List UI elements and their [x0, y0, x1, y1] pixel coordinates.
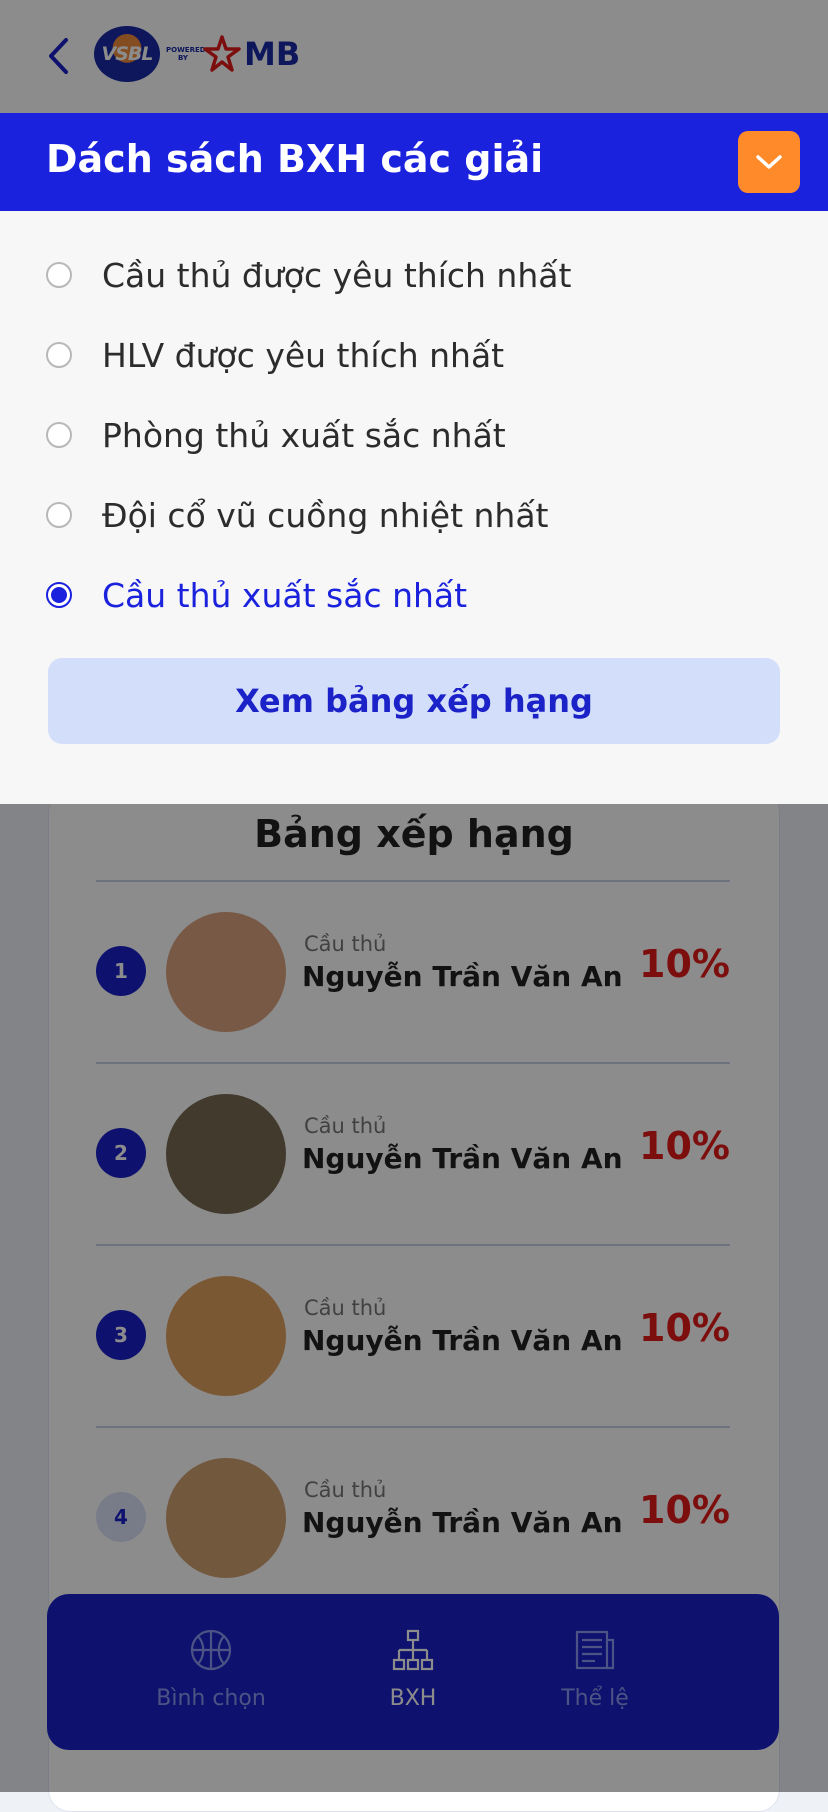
option-label: Cầu thủ được yêu thích nhất	[102, 255, 572, 295]
option-cau-thu-xuat-sac[interactable]: Cầu thủ xuất sắc nhất	[46, 565, 786, 625]
radio-button-selected[interactable]	[46, 582, 72, 608]
option-cau-thu-yeu-thich[interactable]: Cầu thủ được yêu thích nhất	[46, 245, 786, 305]
radio-button[interactable]	[46, 342, 72, 368]
radio-button[interactable]	[46, 262, 72, 288]
sheet-header: Dách sách BXH các giải	[0, 113, 828, 211]
collapse-button[interactable]	[738, 131, 800, 193]
radio-button[interactable]	[46, 422, 72, 448]
option-label: HLV được yêu thích nhất	[102, 335, 505, 375]
sheet-title: Dách sách BXH các giải	[46, 137, 544, 181]
radio-button[interactable]	[46, 502, 72, 528]
chevron-down-icon	[756, 155, 782, 169]
radio-dot	[51, 587, 67, 603]
sheet-body: Cầu thủ được yêu thích nhất HLV được yêu…	[0, 211, 828, 804]
option-label: Đội cổ vũ cuồng nhiệt nhất	[102, 495, 549, 535]
option-hlv-yeu-thich[interactable]: HLV được yêu thích nhất	[46, 325, 786, 385]
option-phong-thu[interactable]: Phòng thủ xuất sắc nhất	[46, 405, 786, 465]
option-label: Cầu thủ xuất sắc nhất	[102, 575, 468, 615]
option-doi-co-vu[interactable]: Đội cổ vũ cuồng nhiệt nhất	[46, 485, 786, 545]
view-ranking-button[interactable]: Xem bảng xếp hạng	[48, 658, 780, 744]
option-label: Phòng thủ xuất sắc nhất	[102, 415, 506, 455]
